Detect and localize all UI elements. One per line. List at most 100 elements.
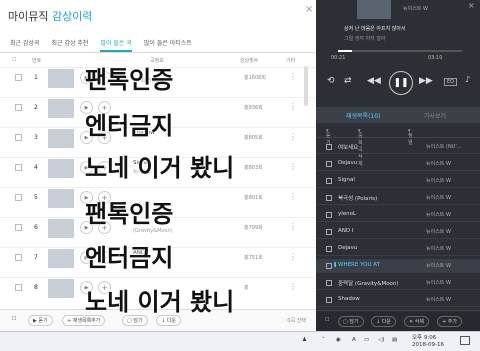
playlist-item-title[interactable]: 북극성 (Polaris) bbox=[338, 194, 377, 202]
playlist-item-artist[interactable]: 뉴이스트 W bbox=[426, 262, 451, 269]
playlist-item-artist[interactable]: 뉴이스트 W bbox=[426, 279, 451, 286]
playlist-item[interactable]: ylenoL 뉴이스트 W bbox=[316, 208, 480, 222]
more-icon[interactable]: ⋮ bbox=[289, 282, 297, 291]
eq-button[interactable]: EQ bbox=[444, 78, 458, 86]
playlist-item-title[interactable]: 중력달 (Gravity&Moon) bbox=[338, 279, 399, 287]
more-icon[interactable]: ⋮ bbox=[289, 72, 297, 81]
clock-time[interactable]: 오후 9:06 bbox=[412, 333, 436, 341]
playlist-item-artist[interactable]: 뉴이스트 W bbox=[426, 160, 451, 167]
volume-tray-icon[interactable]: ◁) bbox=[378, 337, 384, 343]
album-thumbnail[interactable] bbox=[48, 129, 74, 148]
playlist-item-title[interactable]: Shadow bbox=[338, 296, 360, 302]
tab-recent-songs[interactable]: 최근 감상곡 bbox=[10, 36, 40, 52]
album-thumbnail[interactable] bbox=[48, 249, 74, 268]
more-icon[interactable]: ⋮ bbox=[289, 192, 297, 201]
listen-button[interactable]: ▶ 듣기 bbox=[28, 315, 53, 326]
playlist-item-artist[interactable]: 뉴이스트 W bbox=[426, 228, 451, 235]
row-checkbox[interactable] bbox=[15, 194, 22, 201]
person-icon[interactable]: ♟ bbox=[302, 337, 307, 343]
next-icon[interactable]: ▶▶ bbox=[419, 76, 433, 86]
tab-playlist[interactable]: 재생목록(10) bbox=[346, 111, 380, 120]
tab-most-played-songs[interactable]: 많이 들은 곡 bbox=[100, 36, 132, 52]
playlist-item-title[interactable]: ylenoL bbox=[338, 211, 356, 217]
playlist-item[interactable]: 중력달 (Gravity&Moon) 뉴이스트 W bbox=[316, 276, 480, 290]
playlist-item-checkbox[interactable] bbox=[326, 263, 332, 269]
tray-arrow-icon[interactable]: ˄ bbox=[322, 337, 325, 343]
tab-lyrics[interactable]: 가사보기 bbox=[424, 111, 446, 120]
playlist-item-artist[interactable]: 뉴이스트 W bbox=[426, 245, 451, 252]
album-thumbnail[interactable] bbox=[48, 159, 74, 178]
tab-recent-recommend[interactable]: 최근 감상 추천 bbox=[52, 36, 89, 52]
playlist-item-title[interactable]: Dejavu bbox=[338, 245, 357, 251]
playlist-item-checkbox[interactable] bbox=[326, 229, 332, 235]
playlist-item-artist[interactable]: 뉴이스트 W bbox=[426, 177, 451, 184]
ime-indicator[interactable]: A bbox=[352, 337, 356, 343]
close-icon[interactable]: × bbox=[305, 4, 313, 15]
album-thumbnail[interactable] bbox=[48, 69, 74, 88]
row-checkbox[interactable] bbox=[15, 224, 22, 231]
row-checkbox[interactable] bbox=[15, 254, 22, 261]
network-icon[interactable]: ▤ bbox=[392, 337, 397, 343]
volume-icon[interactable]: ♪ bbox=[465, 75, 470, 84]
playlist-item-artist[interactable]: 뉴이스트 W bbox=[426, 211, 451, 218]
playlist-item[interactable]: Dejavu 뉴이스트 W bbox=[316, 242, 480, 256]
more-icon[interactable]: ⋮ bbox=[289, 252, 297, 261]
more-icon[interactable]: ⋮ bbox=[289, 222, 297, 231]
playlist-item-title[interactable]: Signal bbox=[338, 177, 355, 183]
playlist-item[interactable]: Shadow 뉴이스트 W bbox=[316, 293, 480, 307]
prev-icon[interactable]: ◀◀ bbox=[367, 76, 381, 86]
album-thumbnail[interactable] bbox=[48, 219, 74, 238]
more-icon[interactable]: ⋮ bbox=[289, 102, 297, 111]
row-checkbox[interactable] bbox=[15, 284, 22, 291]
playlist-item-title[interactable]: AND I bbox=[338, 228, 353, 234]
select-all-checkbox-bottom[interactable]: ☐ bbox=[12, 316, 16, 322]
playlist-item-title[interactable]: WHERE YOU AT bbox=[338, 262, 380, 268]
close-icon[interactable]: × bbox=[468, 1, 475, 10]
playlist-item-artist[interactable]: 뉴이스트 (NU'... bbox=[426, 143, 461, 150]
playlist-item-title[interactable]: 여보세요 bbox=[338, 143, 358, 151]
clock-date[interactable]: 2018-09-16 bbox=[412, 342, 444, 348]
playlist-item[interactable]: Signal 뉴이스트 W bbox=[316, 174, 480, 188]
repeat-icon[interactable]: ⟲ bbox=[327, 76, 335, 86]
playlist-item[interactable]: Dejavu 뉴이스트 W bbox=[316, 157, 480, 171]
playlist-item-checkbox[interactable] bbox=[326, 144, 332, 150]
shuffle-icon[interactable]: ⇄ bbox=[344, 76, 352, 86]
tab-most-played-artists[interactable]: 많이 들은 아티스트 bbox=[144, 36, 192, 52]
album-thumbnail[interactable] bbox=[48, 279, 74, 298]
playlist-delete-button[interactable]: ✕ 삭제 bbox=[404, 316, 429, 327]
playlist-item-title[interactable]: Dejavu bbox=[338, 160, 357, 166]
playlist-item-checkbox[interactable] bbox=[326, 280, 332, 286]
pause-button[interactable]: ❚❚ bbox=[389, 71, 413, 95]
playlist-item-checkbox[interactable] bbox=[326, 178, 332, 184]
playlist-item[interactable]: 북극성 (Polaris) 뉴이스트 W bbox=[316, 191, 480, 205]
row-checkbox[interactable] bbox=[15, 104, 22, 111]
playlist-item-artist[interactable]: 뉴이스트 W bbox=[426, 194, 451, 201]
sort-button[interactable]: 정렬 ▾ bbox=[408, 128, 413, 146]
playlist-item[interactable]: 여보세요 뉴이스트 (NU'... bbox=[316, 140, 480, 154]
playlist-item[interactable]: AND I 뉴이스트 W bbox=[316, 225, 480, 239]
row-checkbox[interactable] bbox=[15, 134, 22, 141]
more-icon[interactable]: ⋮ bbox=[289, 132, 297, 141]
row-checkbox[interactable] bbox=[15, 164, 22, 171]
playlist-listen-button[interactable]: 듣기 ▾ bbox=[326, 128, 331, 146]
scrollbar[interactable] bbox=[304, 66, 308, 106]
playlist-select-all[interactable]: ☐ bbox=[325, 317, 329, 323]
playlist-item[interactable]: ❚ WHERE YOU AT 뉴이스트 W bbox=[316, 259, 480, 273]
album-thumbnail[interactable] bbox=[48, 189, 74, 208]
notification-icon[interactable] bbox=[460, 336, 470, 345]
playlist-item-checkbox[interactable] bbox=[326, 195, 332, 201]
more-icon[interactable]: ⋮ bbox=[289, 162, 297, 171]
playlist-item-checkbox[interactable] bbox=[326, 161, 332, 167]
select-all-checkbox[interactable]: ☐ bbox=[12, 57, 16, 63]
row-checkbox[interactable] bbox=[15, 74, 22, 81]
playlist-save-button[interactable]: ▢ 담기 bbox=[338, 316, 364, 327]
playlist-item-checkbox[interactable] bbox=[326, 246, 332, 252]
melon-tray-icon[interactable]: ◉ bbox=[336, 337, 341, 343]
progress-bar[interactable] bbox=[338, 50, 462, 52]
dedupe-button[interactable]: 중복곡삭제 ▾ bbox=[358, 128, 363, 167]
album-thumbnail[interactable] bbox=[48, 99, 74, 118]
message-icon[interactable]: ▭ bbox=[364, 337, 369, 343]
playlist-download-button[interactable]: ↓ 다운 bbox=[371, 316, 396, 327]
playlist-add-button[interactable]: + 추가 bbox=[437, 316, 462, 327]
playlist-item-checkbox[interactable] bbox=[326, 297, 332, 303]
